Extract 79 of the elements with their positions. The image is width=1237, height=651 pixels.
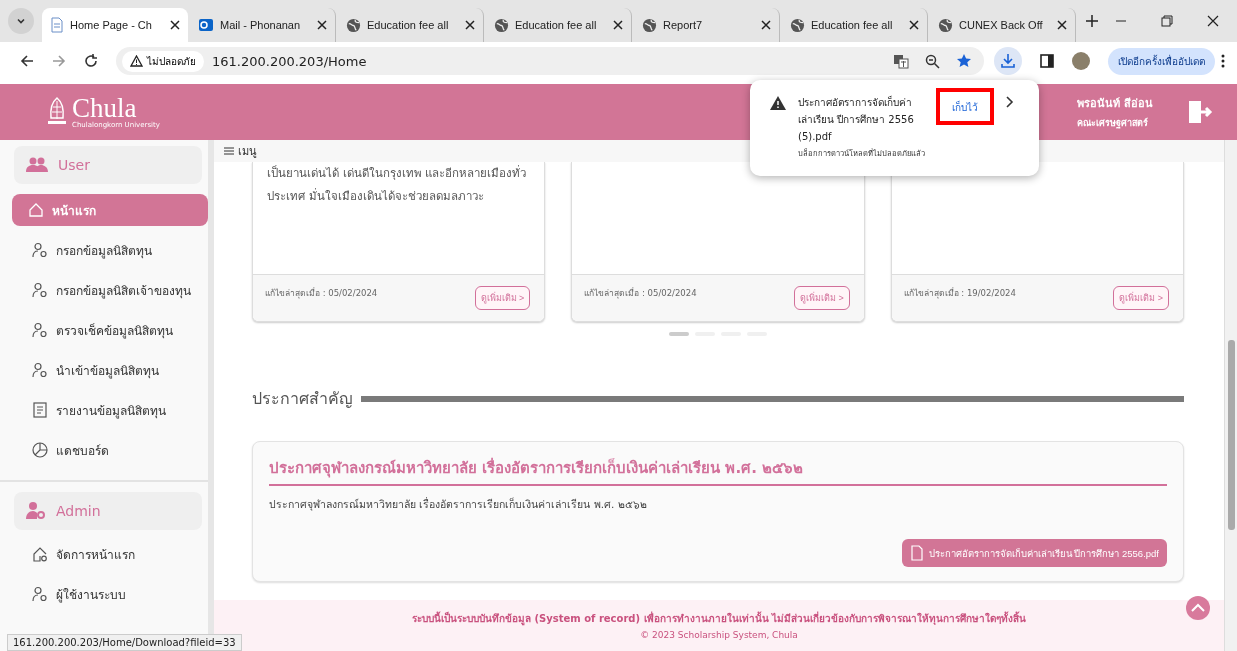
scroll-to-top-button[interactable] [1186,596,1210,620]
sidebar-item[interactable]: รายงานข้อมูลนิสิตทุน [8,394,208,426]
back-icon[interactable] [20,54,34,68]
user-gear-icon [32,362,48,378]
logo-text: Chula [72,95,137,121]
menu-button[interactable]: เมนู [224,142,257,160]
star-icon[interactable] [956,53,972,69]
copyright-text: © 2023 Scholarship System, Chula [640,630,798,640]
profile-avatar[interactable] [1072,52,1090,70]
download-filename: ประกาศอัตราการจัดเก็บค่าเล่าเรียน ปีการศึกษา 2556 (5).pdf [798,94,915,144]
chevron-up-icon [1191,603,1205,613]
mail-app-icon [198,17,214,33]
status-url: 161.200.200.203/Home/Download?fileid=33 [7,634,242,651]
scrollbar[interactable] [1225,140,1237,651]
user-gear-icon [32,586,48,602]
close-tab-icon[interactable] [909,20,919,30]
updated-date: แก้ไขล่าสุดเมื่อ : 05/02/2024 [265,286,378,300]
home-icon [28,202,44,218]
more-icon[interactable] [1221,54,1225,68]
close-tab-icon[interactable] [1057,20,1067,30]
close-tab-icon[interactable] [465,20,475,30]
sidebar-item[interactable]: ผู้ใช้งานระบบ [8,578,208,610]
close-tab-icon[interactable] [613,20,623,30]
card-text: เป็นยานเด่นได้ เด่นดีในกรุงเทพ และอีกหลายเมืองทั่วประเทศ มั่นใจเมืองเดินได้จะช่วยลดมลภาวะ [267,164,528,205]
update-button[interactable]: เปิดอีกครั้งเพื่ออัปเดต [1108,47,1215,75]
user-gear-icon [32,282,48,298]
user-gear-icon [32,242,48,258]
sidebar-item[interactable]: จัดการหน้าแรก [8,538,208,570]
updated-date: แก้ไขล่าสุดเมื่อ : 19/02/2024 [903,286,1016,300]
globe-icon [346,17,361,33]
sidebar-item[interactable]: นำเข้าข้อมูลนิสิตทุน [8,354,208,386]
emblem-icon [46,97,68,127]
user-name: พรอนันท์ สีอ่อน [1077,96,1153,112]
restore-icon[interactable] [1161,15,1173,27]
section-heading: ประกาศสำคัญ [252,388,353,410]
warning-icon [770,96,786,110]
user-gear-icon [26,502,46,520]
close-icon[interactable] [1207,15,1219,27]
translate-icon[interactable] [893,53,909,69]
address-bar[interactable]: ไม่ปลอดภัย 161.200.200.203/Home [116,47,984,75]
announcement-text: ประกาศจุฬาลงกรณ์มหาวิทยาลัย เรื่องอัตราการเรียกเก็บเงินค่าเล่าเรียน พ.ศ. ๒๕๖๒ [269,496,648,513]
pie-chart-icon [32,442,48,458]
sidebar-item[interactable]: กรอกข้อมูลนิสิตเจ้าของทุน [8,274,208,306]
sidebar-item[interactable]: ตรวจเช็คข้อมูลนิสิตทุน [8,314,208,346]
keep-button[interactable]: เก็บไว้ [950,98,980,117]
new-tab-icon[interactable] [1086,15,1098,27]
side-panel-icon[interactable] [1040,54,1054,68]
report-icon [32,402,48,418]
users-icon [26,157,48,173]
url-text: 161.200.200.203/Home [212,53,367,69]
globe-icon [790,17,805,33]
menu-group-header: User [14,146,202,184]
browser-tab[interactable]: Home Page - Ch [42,8,188,42]
close-tab-icon[interactable] [317,20,327,30]
globe-icon [494,17,509,33]
close-tab-icon[interactable] [170,20,180,30]
home-gear-icon [32,546,48,562]
download-icon[interactable] [994,47,1022,75]
globe-icon [938,17,953,33]
footer-notice: ระบบนี้เป็นระบบบันทึกข้อมูล (System of record) เพื่อการทำงานภายในเท่านั้น ไม่มีส่วนเกี่ยวข้องกับการพิจารณาให้ทุนการศึกษาใดๆทั้งสิ้น [412,611,1026,626]
user-gear-icon [32,322,48,338]
page-icon [50,17,64,33]
chevron-right-icon[interactable] [1006,96,1014,108]
sidebar-item[interactable]: กรอกข้อมูลนิสิตทุน [8,234,208,266]
close-tab-icon[interactable] [761,20,771,30]
menu-group-header: Admin [14,492,202,530]
file-icon [909,545,924,561]
menu-icon [224,147,234,155]
security-chip[interactable]: ไม่ปลอดภัย [122,50,204,72]
caret-icon [16,16,26,26]
zoom-icon[interactable] [925,53,940,69]
updated-date: แก้ไขล่าสุดเมื่อ : 05/02/2024 [584,286,697,300]
logout-icon[interactable] [1187,99,1213,125]
forward-icon[interactable] [52,54,66,68]
globe-icon [642,17,657,33]
reload-icon[interactable] [84,54,98,68]
sidebar-item[interactable]: แดชบอร์ด [8,434,208,466]
user-faculty: คณะเศรษฐศาสตร์ [1077,116,1150,130]
warning-icon [130,55,143,67]
